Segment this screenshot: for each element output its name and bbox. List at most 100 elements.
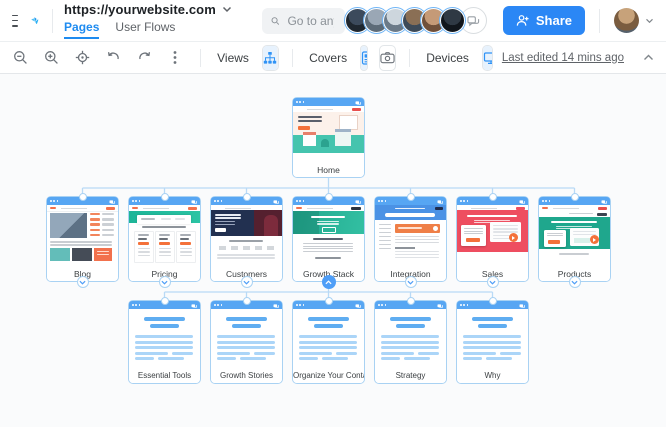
- dot: [299, 200, 301, 202]
- cover-shape: [559, 253, 589, 255]
- sitemap-node-organize-your-contacts[interactable]: Organize Your Contacts: [292, 300, 365, 384]
- cover-shape: [379, 248, 391, 249]
- dot: [296, 200, 298, 202]
- tab-user-flows[interactable]: User Flows: [115, 18, 175, 39]
- cover-shape: [211, 210, 282, 236]
- sitemap-node-pricing[interactable]: Pricing: [128, 196, 201, 282]
- cover-shape: [138, 242, 149, 245]
- sitemap-node-growth-stack[interactable]: Growth Stack: [292, 196, 365, 282]
- sitemap-canvas[interactable]: Home BlogPricingCustomersGrowth StackInte…: [0, 74, 666, 427]
- cover-shape: [379, 236, 391, 237]
- expand-children-toggle[interactable]: [77, 276, 89, 288]
- page-cover-wireframe: [129, 309, 200, 369]
- cover-shape: [225, 208, 251, 209]
- collaborator-avatar[interactable]: [440, 8, 465, 33]
- zoom-in-icon[interactable]: [43, 50, 59, 66]
- cover-shape: [379, 240, 391, 241]
- chevron-down-icon[interactable]: [222, 6, 232, 13]
- cover-shape: [298, 126, 310, 130]
- screenshot-button[interactable]: [379, 45, 396, 71]
- project-url[interactable]: https://yourwebsite.com: [64, 2, 216, 17]
- sitemap-node-products[interactable]: Products: [538, 196, 611, 282]
- dot: [214, 304, 216, 306]
- cover-shape: [217, 254, 275, 256]
- cover-covers-on-button[interactable]: [361, 46, 368, 70]
- expand-children-toggle[interactable]: [405, 276, 417, 288]
- page-cover-wireframe: [293, 309, 364, 369]
- device-desktop-button[interactable]: [483, 46, 493, 70]
- dot: [378, 304, 380, 306]
- cover-shape: [395, 239, 439, 240]
- dot: [381, 200, 383, 202]
- collapse-children-toggle[interactable]: [322, 275, 336, 289]
- sitemap-node-essential-tools[interactable]: Essential Tools: [128, 300, 201, 384]
- search-box[interactable]: [262, 8, 345, 34]
- cover-shape: [548, 240, 560, 244]
- cover-shape: [379, 244, 391, 245]
- cover-shape: [298, 116, 322, 118]
- collaborator-avatars: [345, 8, 465, 33]
- sitemap-node-why[interactable]: Why: [456, 300, 529, 384]
- cover-shape: [598, 207, 607, 210]
- connector-dot: [489, 193, 497, 201]
- expand-children-toggle[interactable]: [159, 276, 171, 288]
- app-logo-icon[interactable]: [30, 9, 39, 33]
- page-label: Growth Stories: [211, 369, 282, 383]
- cover-shape: [135, 335, 193, 338]
- cover-shape: [143, 208, 169, 209]
- sitemap-node-integration[interactable]: Integration: [374, 196, 447, 282]
- last-edited-link[interactable]: Last edited 14 mins ago: [502, 52, 624, 64]
- sitemap-node-growth-stories[interactable]: Growth Stories: [210, 300, 283, 384]
- sitemap-node-home[interactable]: Home: [292, 97, 365, 178]
- zoom-out-icon[interactable]: [12, 50, 28, 66]
- sitemap-node-sales[interactable]: Sales: [456, 196, 529, 282]
- tab-pages[interactable]: Pages: [64, 18, 99, 39]
- chevron-up-icon[interactable]: [643, 54, 654, 61]
- cover-shape: [597, 213, 607, 216]
- expand-children-toggle[interactable]: [241, 276, 253, 288]
- chevron-down-icon: [645, 18, 654, 24]
- cover-shape: [138, 251, 150, 252]
- search-input[interactable]: [285, 13, 335, 29]
- cover-shape: [135, 357, 154, 360]
- cover-shape: [254, 352, 275, 355]
- share-button[interactable]: Share: [503, 6, 585, 35]
- sitemap-node-strategy[interactable]: Strategy: [374, 300, 447, 384]
- cover-shape: [180, 251, 192, 252]
- cover-shape: [381, 341, 439, 344]
- cover-shape: [102, 213, 114, 215]
- cover-shape: [102, 234, 114, 236]
- connector-dot: [407, 193, 415, 201]
- cover-shape: [159, 255, 171, 256]
- profile-menu[interactable]: [614, 8, 654, 33]
- dot: [299, 101, 301, 103]
- cover-shape: [303, 246, 353, 247]
- fit-to-screen-icon[interactable]: [74, 50, 90, 66]
- window-dots-icon: [296, 200, 304, 202]
- cover-shape: [141, 218, 155, 220]
- view-tree-vertical-button[interactable]: [263, 46, 277, 70]
- redo-icon[interactable]: [136, 50, 152, 66]
- cover-shape: [461, 225, 486, 246]
- view-tree-branch-button[interactable]: [277, 46, 279, 70]
- cover-shape: [180, 234, 191, 236]
- cover-shape: [47, 205, 118, 212]
- menu-icon[interactable]: [12, 15, 18, 27]
- cover-shape: [418, 352, 439, 355]
- cover-shape: [390, 317, 431, 321]
- window-dots-icon: [378, 304, 386, 306]
- cover-shape: [303, 248, 353, 249]
- more-options-icon[interactable]: [167, 50, 183, 66]
- divider: [599, 9, 600, 33]
- sitemap-node-blog[interactable]: Blog: [46, 196, 119, 282]
- dot: [217, 200, 219, 202]
- cover-shape: [379, 224, 391, 225]
- expand-children-toggle[interactable]: [569, 276, 581, 288]
- expand-children-toggle[interactable]: [487, 276, 499, 288]
- cover-shape: [457, 210, 528, 252]
- cover-shape: [137, 215, 191, 224]
- undo-icon[interactable]: [105, 50, 121, 66]
- cover-shape: [375, 205, 446, 220]
- devices-label: Devices: [426, 51, 469, 65]
- sitemap-node-customers[interactable]: Customers: [210, 196, 283, 282]
